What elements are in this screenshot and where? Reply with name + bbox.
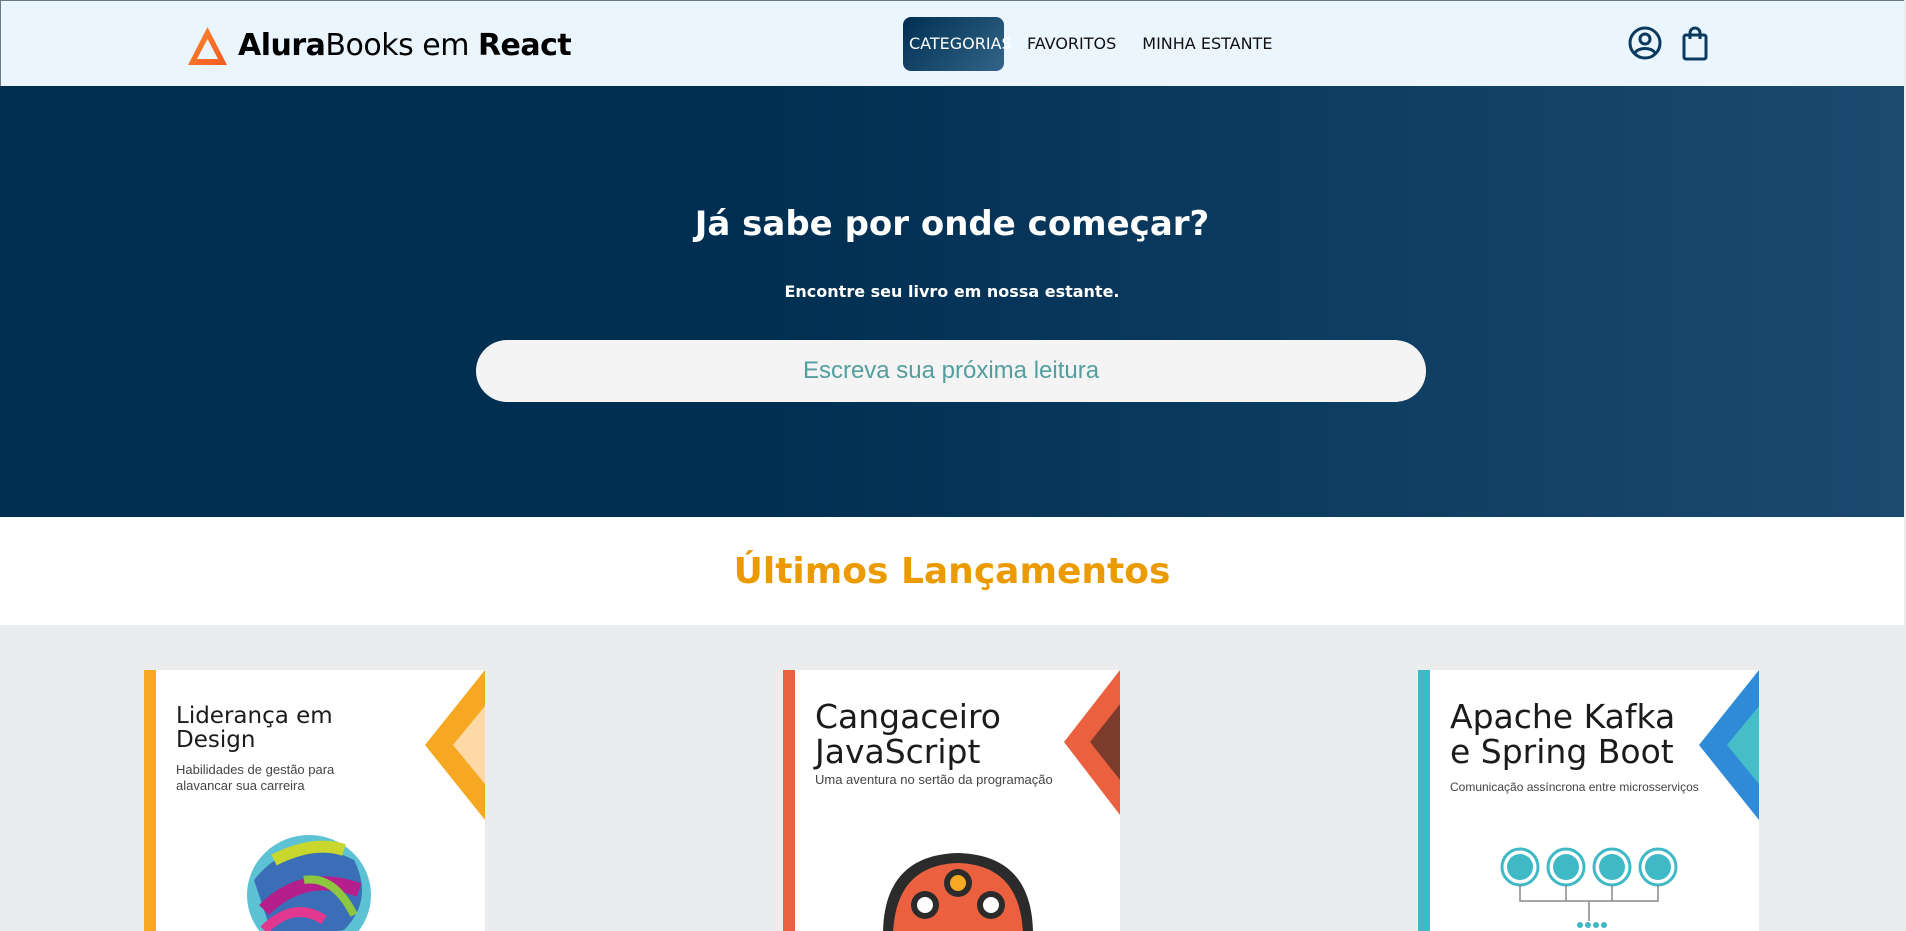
book-chevron-decoration bbox=[425, 670, 485, 820]
book-cover-art bbox=[1500, 847, 1678, 928]
book-title: Cangaceiro JavaScript bbox=[815, 697, 1001, 771]
logo[interactable]: AluraBooks em React bbox=[187, 25, 572, 66]
book-title: Apache Kafka e Spring Boot bbox=[1450, 697, 1676, 771]
hero-subtitle: Encontre seu livro em nossa estante. bbox=[784, 282, 1120, 301]
alura-logo-icon bbox=[188, 27, 227, 65]
logo-text: AluraBooks em React bbox=[238, 28, 572, 63]
book-card-apache-kafka-spring-boot[interactable]: Apache Kafka e Spring Boot Comunicação a… bbox=[1418, 670, 1759, 931]
book-subtitle: Habilidades de gestão para alavancar sua… bbox=[176, 762, 335, 794]
shopping-bag-icon[interactable] bbox=[1677, 25, 1713, 61]
book-card-cangaceiro-javascript[interactable]: Cangaceiro JavaScript Uma aventura no se… bbox=[783, 670, 1120, 931]
book-cover-art bbox=[247, 835, 371, 931]
book-stripe bbox=[1418, 670, 1430, 931]
book-cover-art bbox=[883, 853, 1033, 931]
releases-section: Últimos Lançamentos bbox=[0, 517, 1904, 625]
header: AluraBooks em React CATEGORIAS FAVORITOS… bbox=[0, 0, 1904, 86]
book-subtitle: Comunicação assíncrona entre microsservi… bbox=[1450, 780, 1699, 794]
book-chevron-decoration bbox=[1064, 670, 1120, 815]
search-input[interactable] bbox=[476, 340, 1426, 402]
hero-title: Já sabe por onde começar? bbox=[694, 204, 1210, 244]
nav-categorias[interactable]: CATEGORIAS bbox=[903, 17, 1012, 71]
book-title: Liderança em Design bbox=[176, 703, 333, 754]
book-stripe bbox=[144, 670, 156, 931]
book-card-lideranca-em-design[interactable]: Liderança em Design Habilidades de gestã… bbox=[144, 670, 485, 931]
nav-minha-estante[interactable]: MINHA ESTANTE bbox=[1129, 17, 1285, 71]
book-chevron-decoration bbox=[1699, 670, 1759, 820]
header-icons bbox=[1627, 25, 1727, 61]
user-icon[interactable] bbox=[1627, 25, 1663, 61]
main-nav: CATEGORIAS FAVORITOS MINHA ESTANTE bbox=[903, 17, 1285, 71]
releases-title: Últimos Lançamentos bbox=[733, 551, 1171, 592]
hero-search-section: Já sabe por onde começar? Encontre seu l… bbox=[0, 86, 1904, 517]
book-stripe bbox=[783, 670, 795, 931]
book-subtitle: Uma aventura no sertão da programação bbox=[815, 772, 1053, 787]
nav-favoritos[interactable]: FAVORITOS bbox=[1014, 17, 1129, 71]
